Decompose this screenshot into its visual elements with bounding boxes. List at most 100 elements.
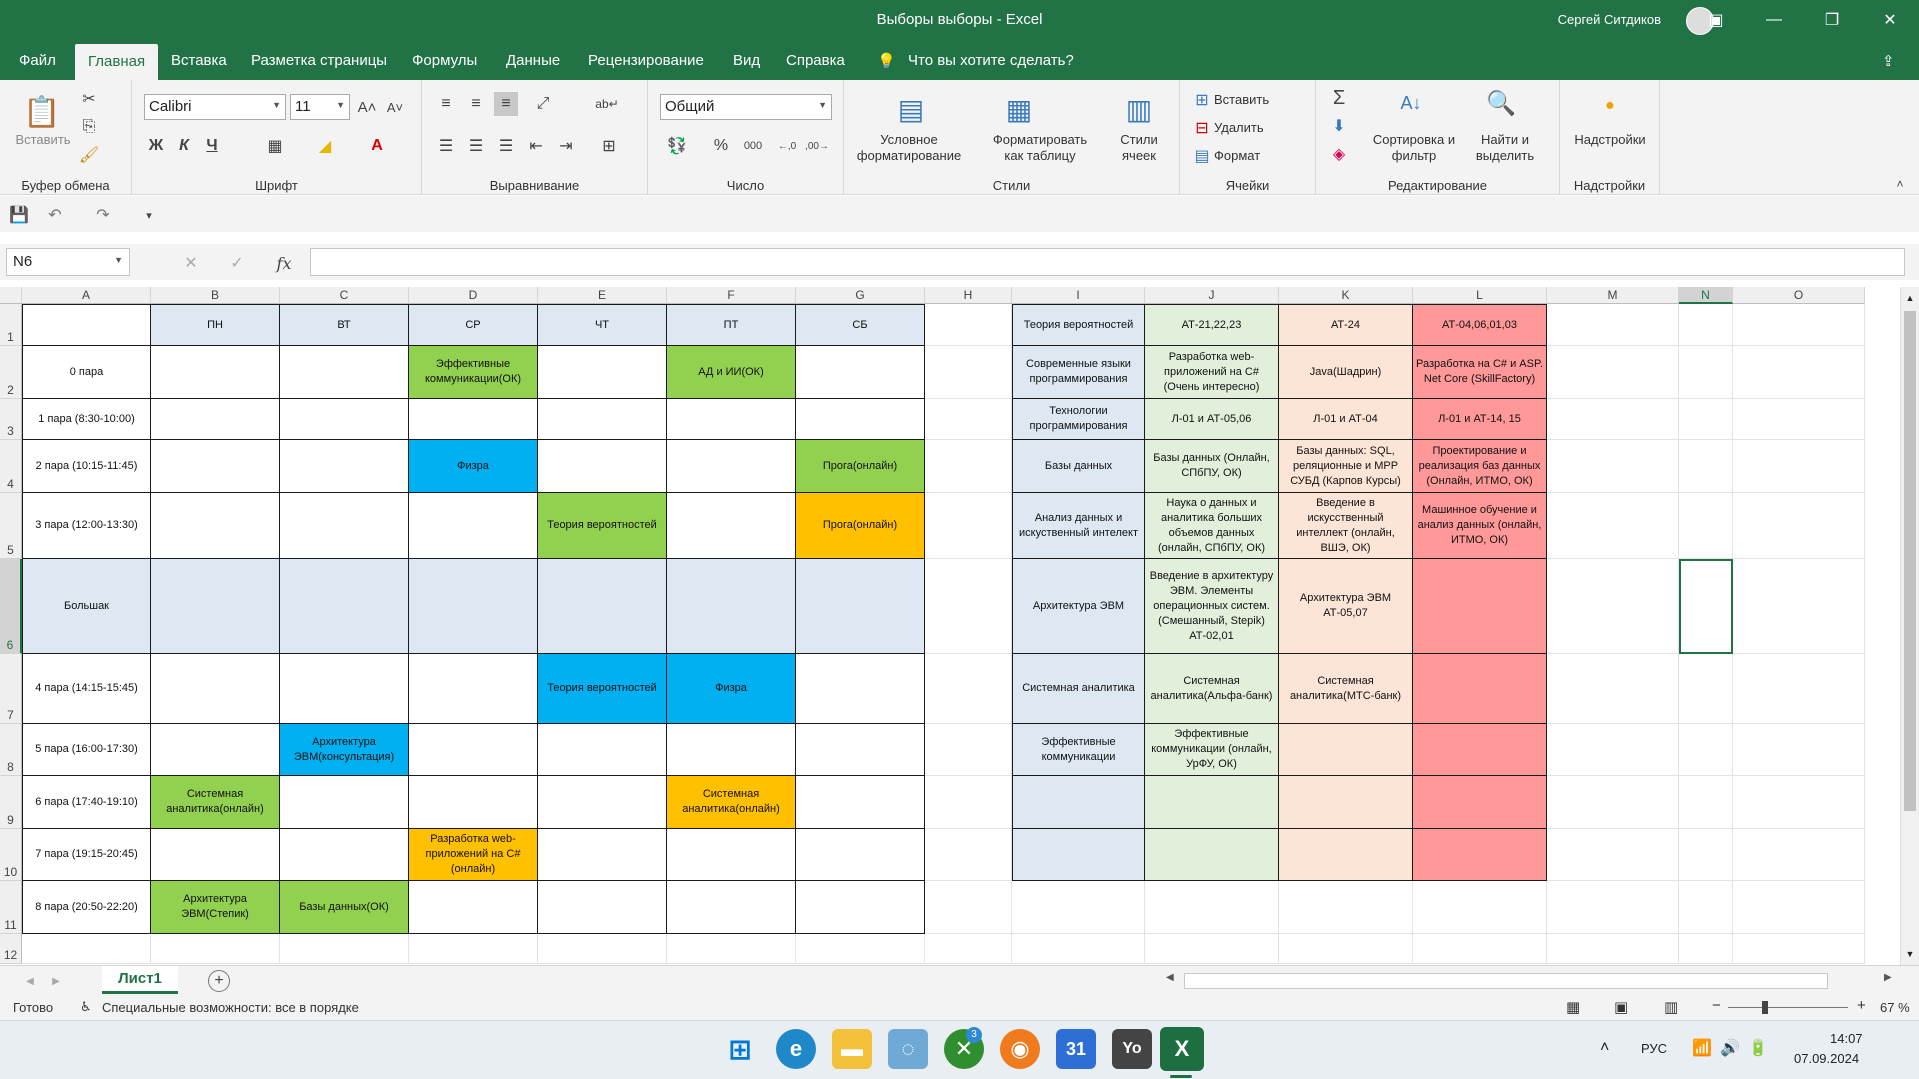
day-header-g[interactable]: СБ bbox=[796, 304, 925, 346]
cell-n12[interactable] bbox=[1679, 934, 1733, 964]
cell-o3[interactable] bbox=[1733, 399, 1865, 440]
decrease-font-icon[interactable]: A˅ bbox=[384, 94, 406, 120]
day-header-c[interactable]: ВТ bbox=[280, 304, 409, 346]
elective-cell-k3[interactable]: Л-01 и АТ-04 bbox=[1279, 399, 1413, 440]
align-bottom-icon[interactable]: ≡ bbox=[494, 92, 518, 116]
row-header-12[interactable]: 12 bbox=[0, 934, 22, 964]
column-header-h[interactable]: H bbox=[925, 287, 1012, 304]
cell-m7[interactable] bbox=[1547, 654, 1679, 724]
time-slot-6[interactable]: Большак bbox=[22, 559, 151, 654]
schedule-cell-f8[interactable] bbox=[667, 724, 796, 776]
underline-button[interactable]: Ч bbox=[202, 133, 222, 159]
format-as-table-button[interactable]: Форматировать как таблицу bbox=[982, 132, 1098, 164]
cell-h4[interactable] bbox=[925, 440, 1012, 493]
elective-cell-k2[interactable]: Java(Шадрин) bbox=[1279, 346, 1413, 399]
cell-k12[interactable] bbox=[1279, 934, 1413, 964]
elective-cell-l2[interactable]: Разработка на C# и ASP. Net Core (SkillF… bbox=[1413, 346, 1547, 399]
row-header-4[interactable]: 4 bbox=[0, 440, 22, 493]
elective-cell-j2[interactable]: Разработка web-приложений на C#(Очень ин… bbox=[1145, 346, 1279, 399]
schedule-cell-c8[interactable]: Архитектура ЭВМ(консультация) bbox=[280, 724, 409, 776]
row-header-7[interactable]: 7 bbox=[0, 654, 22, 724]
fill-color-icon[interactable]: ◢ bbox=[312, 133, 338, 159]
elective-cell-l5[interactable]: Машинное обучение и анализ данных (онлай… bbox=[1413, 493, 1547, 559]
elective-cell-i3[interactable]: Технологии программирования bbox=[1012, 399, 1145, 440]
column-header-i[interactable]: I bbox=[1012, 287, 1145, 304]
cell-n4[interactable] bbox=[1679, 440, 1733, 493]
elective-cell-k10[interactable] bbox=[1279, 829, 1413, 881]
tab-file[interactable]: Файл bbox=[19, 52, 56, 69]
schedule-cell-f10[interactable] bbox=[667, 829, 796, 881]
tab-data[interactable]: Данные bbox=[506, 52, 560, 69]
cell-a12[interactable] bbox=[22, 934, 151, 964]
number-format-select[interactable]: Общий ▼ bbox=[660, 94, 832, 120]
tab-help[interactable]: Справка bbox=[786, 52, 845, 69]
sort-filter-icon[interactable]: A↓ bbox=[1394, 86, 1428, 120]
schedule-cell-c11[interactable]: Базы данных(ОК) bbox=[280, 881, 409, 934]
column-header-a[interactable]: A bbox=[22, 287, 151, 304]
schedule-cell-g11[interactable] bbox=[796, 881, 925, 934]
worksheet-grid[interactable]: ABCDEFGHIJKLMNO 1 2 3 4 5 6 7 8 9 10 11 12 ПН ВТ СР ЧТ… bbox=[0, 287, 1900, 965]
column-header-o[interactable]: O bbox=[1733, 287, 1865, 304]
schedule-cell-d7[interactable] bbox=[409, 654, 538, 724]
font-name-select[interactable]: Calibri ▼ bbox=[144, 94, 286, 120]
row-header-8[interactable]: 8 bbox=[0, 724, 22, 776]
cell-e12[interactable] bbox=[538, 934, 667, 964]
find-select-icon[interactable]: 🔍 bbox=[1484, 86, 1518, 120]
schedule-cell-d5[interactable] bbox=[409, 493, 538, 559]
elective-cell-k6[interactable]: Архитектура ЭВМ АТ-05,07 bbox=[1279, 559, 1413, 654]
maximize-icon[interactable]: ❐ bbox=[1803, 0, 1861, 40]
column-header-g[interactable]: G bbox=[796, 287, 925, 304]
schedule-cell-f3[interactable] bbox=[667, 399, 796, 440]
cell-h10[interactable] bbox=[925, 829, 1012, 881]
cell-m5[interactable] bbox=[1547, 493, 1679, 559]
sort-filter-button[interactable]: Сортировка и фильтр bbox=[1372, 132, 1456, 164]
cell-o11[interactable] bbox=[1733, 881, 1865, 934]
format-cells-icon[interactable]: ▤ bbox=[1192, 146, 1212, 166]
increase-indent-icon[interactable]: ⇥ bbox=[554, 134, 578, 158]
cell-m9[interactable] bbox=[1547, 776, 1679, 829]
accessibility-status[interactable]: Специальные возможности: все в порядке bbox=[102, 1000, 359, 1015]
schedule-cell-b3[interactable] bbox=[151, 399, 280, 440]
addins-button[interactable]: Надстройки bbox=[1560, 132, 1660, 148]
schedule-cell-c9[interactable] bbox=[280, 776, 409, 829]
snipping-icon[interactable]: ◌ bbox=[888, 1029, 928, 1069]
name-box[interactable]: N6 ▼ bbox=[6, 248, 130, 276]
schedule-cell-e7[interactable]: Теория вероятностей bbox=[538, 654, 667, 724]
schedule-cell-c6[interactable] bbox=[280, 559, 409, 654]
elective-cell-j9[interactable] bbox=[1145, 776, 1279, 829]
align-top-icon[interactable]: ≡ bbox=[434, 92, 458, 116]
cell-n1[interactable] bbox=[1679, 304, 1733, 346]
cell-h5[interactable] bbox=[925, 493, 1012, 559]
row-header-5[interactable]: 5 bbox=[0, 493, 22, 559]
file-explorer-icon[interactable]: ▬ bbox=[832, 1029, 872, 1069]
clear-icon[interactable]: ◈ bbox=[1328, 142, 1350, 166]
edge-icon[interactable]: e bbox=[776, 1029, 816, 1069]
cell-h2[interactable] bbox=[925, 346, 1012, 399]
cell-m8[interactable] bbox=[1547, 724, 1679, 776]
bold-button[interactable]: Ж bbox=[146, 133, 166, 159]
wrap-text-icon[interactable]: ab↵ bbox=[592, 92, 622, 116]
page-break-view-icon[interactable]: ▥ bbox=[1664, 998, 1678, 1016]
schedule-cell-g7[interactable] bbox=[796, 654, 925, 724]
cell-n7[interactable] bbox=[1679, 654, 1733, 724]
schedule-cell-b4[interactable] bbox=[151, 440, 280, 493]
time-slot-8[interactable]: 5 пара (16:00-17:30) bbox=[22, 724, 151, 776]
column-header-n[interactable]: N bbox=[1679, 287, 1733, 304]
schedule-cell-g8[interactable] bbox=[796, 724, 925, 776]
cell-o5[interactable] bbox=[1733, 493, 1865, 559]
normal-view-icon[interactable]: ▦ bbox=[1566, 998, 1580, 1016]
increase-font-icon[interactable]: A˄ bbox=[356, 94, 378, 120]
increase-decimal-icon[interactable]: ←,0 bbox=[774, 133, 800, 159]
collapse-ribbon-icon[interactable]: ˄ bbox=[1892, 176, 1908, 192]
row-header-2[interactable]: 2 bbox=[0, 346, 22, 399]
cell-l11[interactable] bbox=[1413, 881, 1547, 934]
user-name[interactable]: Сергей Ситдиков bbox=[1558, 12, 1661, 27]
column-header-m[interactable]: M bbox=[1547, 287, 1679, 304]
elective-cell-j10[interactable] bbox=[1145, 829, 1279, 881]
elective-header-i[interactable]: Теория вероятностей bbox=[1012, 304, 1145, 346]
horizontal-scrollbar[interactable] bbox=[1184, 973, 1828, 989]
schedule-cell-b6[interactable] bbox=[151, 559, 280, 654]
schedule-cell-c10[interactable] bbox=[280, 829, 409, 881]
time-slot-4[interactable]: 2 пара (10:15-11:45) bbox=[22, 440, 151, 493]
cell-h1[interactable] bbox=[925, 304, 1012, 346]
